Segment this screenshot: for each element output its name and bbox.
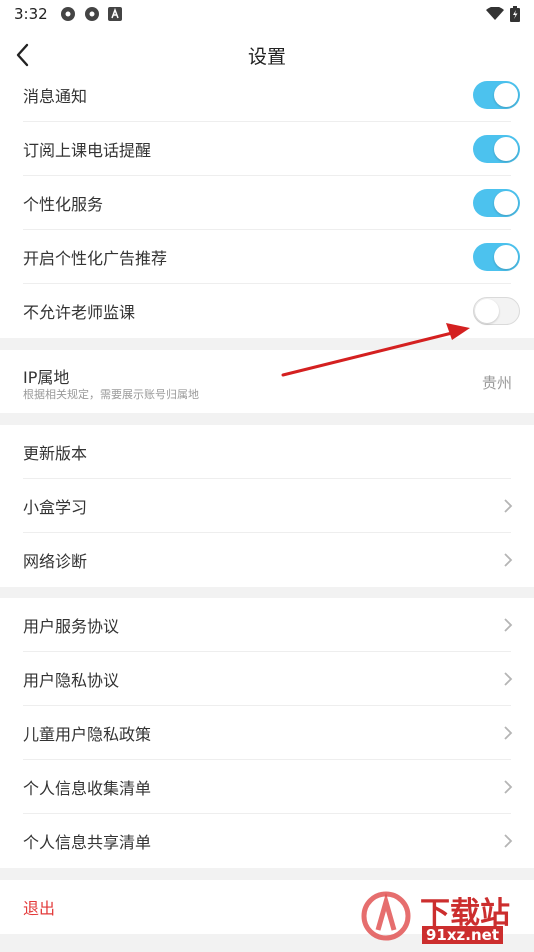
setting-row-call-reminder: 订阅上课电话提醒 <box>0 122 534 176</box>
setting-label: 用户服务协议 <box>23 617 120 636</box>
wifi-icon <box>486 7 504 20</box>
setting-label: 不允许老师监课 <box>23 303 136 322</box>
chevron-right-icon <box>504 672 513 686</box>
setting-label: 开启个性化广告推荐 <box>23 249 168 268</box>
call-reminder-toggle[interactable] <box>473 135 520 163</box>
chevron-right-icon <box>504 618 513 632</box>
teacher-monitoring-toggle[interactable] <box>473 297 520 325</box>
user-service-agreement-row[interactable]: 用户服务协议 <box>0 598 534 652</box>
chevron-right-icon <box>504 834 513 848</box>
legal-group: 用户服务协议 用户隐私协议 儿童用户隐私政策 个人信息收集清单 个人信息共享清单 <box>0 598 534 868</box>
setting-label: 消息通知 <box>23 87 88 106</box>
setting-label: 个人信息收集清单 <box>23 779 152 798</box>
personalized-service-toggle[interactable] <box>473 189 520 217</box>
setting-row-personalized-ads: 开启个性化广告推荐 <box>0 230 534 284</box>
page-title: 设置 <box>247 46 286 68</box>
setting-row-message-notification: 消息通知 <box>0 68 534 122</box>
ip-location-title: IP属地 <box>23 368 70 387</box>
setting-label: 儿童用户隐私政策 <box>23 725 152 744</box>
chevron-right-icon <box>504 780 513 794</box>
chevron-right-icon <box>504 726 513 740</box>
chevron-right-icon <box>504 499 513 513</box>
ip-location-subtitle: 根据相关规定，需要展示账号归属地 <box>23 388 199 401</box>
message-notification-toggle[interactable] <box>473 81 520 109</box>
ip-location-value: 贵州 <box>481 374 512 392</box>
a-icon <box>108 7 122 21</box>
setting-label: 网络诊断 <box>23 552 88 571</box>
logout-button[interactable]: 退出 <box>23 895 55 919</box>
setting-label: 小盒学习 <box>23 498 88 517</box>
setting-label: 个人信息共享清单 <box>23 833 152 852</box>
update-version-row[interactable]: 更新版本 <box>0 425 534 479</box>
xiaohe-study-row[interactable]: 小盒学习 <box>0 479 534 533</box>
network-diagnosis-row[interactable]: 网络诊断 <box>0 533 534 587</box>
personalized-ads-toggle[interactable] <box>473 243 520 271</box>
app-settings-group: 更新版本 小盒学习 网络诊断 <box>0 425 534 587</box>
status-bar: 3:32 <box>0 0 534 30</box>
setting-row-teacher-monitoring: 不允许老师监课 <box>0 284 534 338</box>
setting-label: 更新版本 <box>23 444 88 463</box>
app-icon-1 <box>61 7 75 21</box>
child-privacy-policy-row[interactable]: 儿童用户隐私政策 <box>0 706 534 760</box>
user-privacy-agreement-row[interactable]: 用户隐私协议 <box>0 652 534 706</box>
chevron-right-icon <box>504 553 513 567</box>
setting-label: 订阅上课电话提醒 <box>23 141 152 160</box>
setting-label: 个性化服务 <box>23 195 104 214</box>
info-collection-list-row[interactable]: 个人信息收集清单 <box>0 760 534 814</box>
setting-label: 用户隐私协议 <box>23 671 120 690</box>
setting-row-personalized-service: 个性化服务 <box>0 176 534 230</box>
battery-icon <box>510 6 520 22</box>
toggle-settings-group: 消息通知 订阅上课电话提醒 个性化服务 开启个性化广告推荐 不允许老师监课 <box>0 80 534 338</box>
status-notification-icons <box>60 6 122 22</box>
app-icon-2 <box>85 7 99 21</box>
watermark-url: 91xz.net <box>422 926 504 944</box>
status-system-icons <box>486 6 520 22</box>
status-time: 3:32 <box>14 5 48 23</box>
info-sharing-list-row[interactable]: 个人信息共享清单 <box>0 814 534 868</box>
watermark-logo: 下载站 91xz.net <box>360 886 530 948</box>
ip-location-row: IP属地 根据相关规定，需要展示账号归属地 贵州 <box>0 350 534 413</box>
